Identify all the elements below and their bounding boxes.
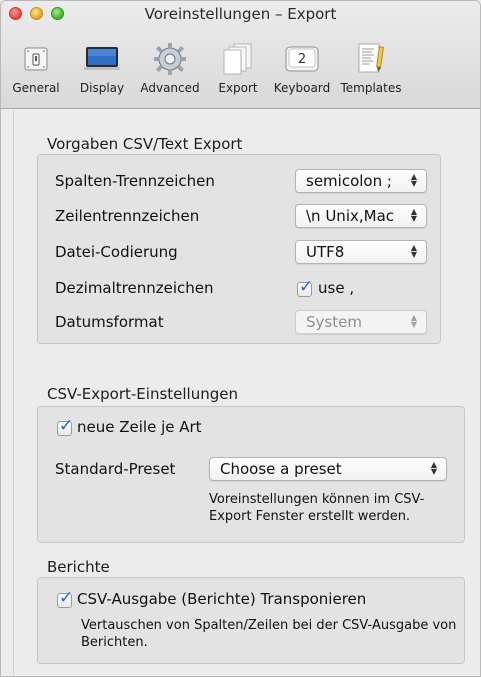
line-separator-select[interactable]: \n Unix,Mac ▲ ▼ (295, 204, 427, 228)
key-icon: 2 (282, 41, 322, 77)
template-icon (351, 41, 391, 77)
checkmark-icon: ✓ (59, 416, 74, 436)
encoding-select[interactable]: UTF8 ▲ ▼ (295, 240, 427, 264)
decimal-comma-checkbox[interactable]: ✓ (297, 277, 313, 297)
newline-per-type-label: neue Zeile je Art (77, 418, 202, 436)
toolbar-label: Advanced (140, 81, 200, 95)
checkmark-icon: ✓ (299, 277, 314, 297)
decimal-separator-label: Dezimaltrennzeichen (55, 279, 214, 297)
toolbar-item-export[interactable]: Export (207, 41, 269, 95)
preset-note: Voreinstellungen können im CSV-Export Fe… (209, 492, 425, 524)
date-format-label: Datumsformat (55, 313, 164, 331)
toolbar-item-templates[interactable]: Templates (335, 41, 407, 95)
select-value: \n Unix,Mac (306, 207, 395, 225)
line-separator-label: Zeilentrennzeichen (55, 207, 200, 225)
chevron-updown-icon: ▲ ▼ (430, 460, 438, 476)
title-bar: Voreinstellungen – Export General Displa… (1, 1, 480, 109)
gear-icon (150, 41, 190, 77)
column-separator-select[interactable]: semicolon ; ▲ ▼ (295, 169, 427, 193)
toolbar-label: Display (79, 81, 125, 95)
csv-export-heading: CSV-Export-Einstellungen (47, 385, 238, 403)
select-value: System (306, 313, 362, 331)
transpose-reports-label: CSV-Ausgabe (Berichte) Transponieren (77, 590, 367, 608)
newline-per-type-checkbox[interactable]: ✓ (57, 416, 73, 436)
toolbar-label: Keyboard (273, 81, 331, 95)
checkmark-icon: ✓ (59, 588, 74, 608)
switch-icon (16, 41, 56, 77)
select-value: Choose a preset (220, 460, 342, 478)
toolbar-item-general[interactable]: General (1, 41, 71, 95)
preferences-window: Voreinstellungen – Export General Displa… (0, 0, 481, 677)
toolbar-item-display[interactable]: Display (71, 41, 133, 95)
column-separator-label: Spalten-Trennzeichen (55, 172, 215, 190)
toolbar-label: Export (218, 81, 258, 95)
chevron-updown-icon: ▲ ▼ (410, 243, 418, 259)
date-format-select[interactable]: System ▲ ▼ (295, 310, 427, 334)
encoding-label: Datei-Codierung (55, 243, 178, 261)
reports-heading: Berichte (47, 558, 110, 576)
standard-preset-select[interactable]: Choose a preset ▲ ▼ (209, 457, 447, 481)
documents-icon (218, 41, 258, 77)
window-title: Voreinstellungen – Export (144, 5, 337, 23)
select-value: semicolon ; (306, 172, 392, 190)
left-divider (13, 110, 14, 676)
chevron-updown-icon: ▲ ▼ (410, 313, 418, 329)
toolbar-label: General (12, 81, 60, 95)
toolbar-item-advanced[interactable]: Advanced (133, 41, 207, 95)
monitor-icon (82, 41, 122, 77)
toolbar: General Display Advanced Export 2 Keyboa… (1, 41, 407, 95)
transpose-note: Vertauschen von Spalten/Zeilen bei der C… (81, 618, 457, 650)
transpose-reports-checkbox[interactable]: ✓ (57, 588, 73, 608)
csv-defaults-heading: Vorgaben CSV/Text Export (47, 135, 243, 153)
decimal-comma-label: use , (318, 279, 355, 297)
select-value: UTF8 (306, 243, 345, 261)
chevron-updown-icon: ▲ ▼ (410, 172, 418, 188)
chevron-updown-icon: ▲ ▼ (410, 207, 418, 223)
toolbar-label: Templates (340, 81, 402, 95)
svg-text:2: 2 (298, 52, 306, 67)
toolbar-item-keyboard[interactable]: 2 Keyboard (269, 41, 335, 95)
standard-preset-label: Standard-Preset (55, 460, 176, 478)
